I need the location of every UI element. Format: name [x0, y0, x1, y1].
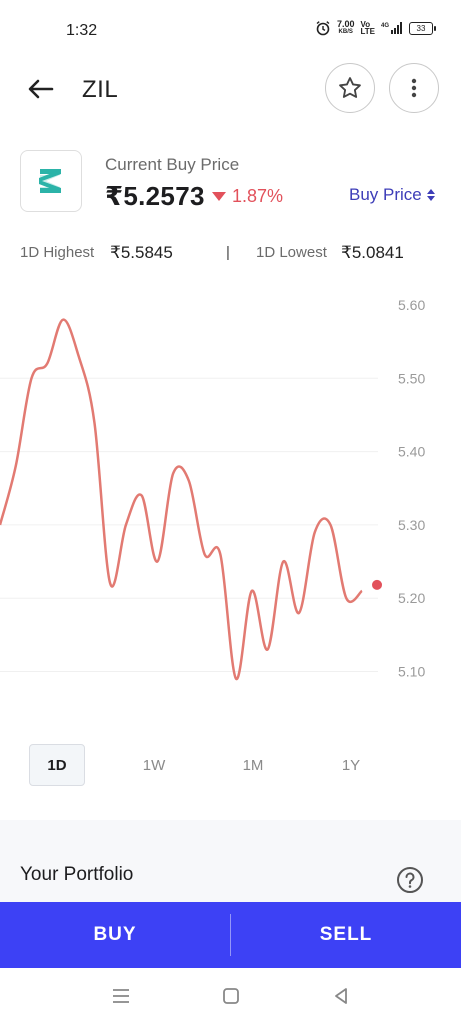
tab-1d[interactable]: 1D [29, 744, 85, 786]
signal-icon: 4G [381, 22, 402, 34]
sell-button[interactable]: SELL [231, 902, 461, 968]
y-tick-label: 5.40 [398, 444, 425, 460]
sort-arrows-icon [426, 189, 435, 201]
home-square-icon [223, 988, 239, 1004]
range-separator: | [226, 244, 230, 261]
question-circle-icon [397, 867, 423, 893]
tab-label: 1M [242, 756, 264, 774]
system-nav-bar [0, 968, 461, 1024]
volte-indicator: Vo LTE [360, 21, 375, 36]
back-triangle-icon [335, 988, 347, 1004]
help-button[interactable] [396, 866, 424, 894]
volte-bottom: LTE [360, 27, 375, 36]
back-nav-button[interactable] [329, 984, 353, 1008]
current-buy-price-label: Current Buy Price [105, 155, 240, 174]
price-line [0, 318, 363, 681]
y-tick-label: 5.50 [398, 370, 425, 386]
price-type-toggle[interactable]: Buy Price [349, 185, 435, 205]
y-tick-label: 5.10 [398, 664, 425, 680]
trade-bar: BUY SELL [0, 902, 461, 968]
down-triangle-icon [212, 192, 226, 201]
coin-logo [20, 150, 82, 212]
buy-label: BUY [93, 924, 137, 945]
menu-icon [113, 989, 129, 1003]
zilliqa-logo-icon [39, 169, 61, 193]
price-change: 1.87% [212, 186, 283, 207]
tab-label: 1D [47, 756, 67, 774]
star-icon [339, 77, 361, 98]
tab-label: 1Y [341, 756, 361, 774]
net-speed-value: 7.00 [336, 19, 355, 29]
vertical-dots-icon [411, 78, 417, 98]
battery-level: 33 [416, 23, 426, 33]
battery-icon: 33 [409, 21, 436, 35]
page-title: ZIL [82, 76, 119, 103]
tab-label: 1W [142, 756, 166, 774]
timeframe-tabs: 1D 1W 1M 1Y [0, 744, 461, 788]
home-button[interactable] [219, 984, 243, 1008]
back-button[interactable] [24, 74, 58, 104]
more-options-button[interactable] [389, 63, 439, 113]
y-tick-label: 5.30 [398, 517, 425, 533]
status-bar: 1:32 7.00 KB/S Vo LTE 4G 33 [0, 0, 461, 60]
tab-1m[interactable]: 1M [225, 744, 281, 786]
day-low-value: ₹5.0841 [341, 243, 404, 262]
y-tick-label: 5.20 [398, 590, 425, 606]
status-time: 1:32 [66, 22, 98, 39]
price-chart[interactable]: 5.60 5.50 5.40 5.30 5.20 5.10 [0, 285, 461, 705]
y-tick-label: 5.60 [398, 297, 425, 313]
portfolio-title: Your Portfolio [20, 864, 134, 885]
net-speed: 7.00 KB/S [337, 20, 355, 36]
net-speed-unit: KB/S [338, 29, 353, 35]
price-type-label: Buy Price [349, 185, 422, 204]
status-icons: 7.00 KB/S Vo LTE 4G 33 [315, 20, 436, 36]
buy-button[interactable]: BUY [0, 902, 230, 968]
day-low-label: 1D Lowest [256, 244, 327, 261]
price-chart-svg[interactable]: 5.60 5.50 5.40 5.30 5.20 5.10 [0, 285, 461, 705]
sell-label: SELL [319, 924, 373, 945]
price-change-value: 1.87% [232, 186, 284, 206]
tab-1y[interactable]: 1Y [323, 744, 379, 786]
alarm-icon [316, 21, 330, 36]
day-high-value: ₹5.5845 [110, 243, 173, 262]
tab-1w[interactable]: 1W [126, 744, 182, 786]
day-range: 1D Highest ₹5.5845 | 1D Lowest ₹5.0841 [20, 243, 440, 266]
menu-button[interactable] [109, 984, 133, 1008]
current-price-value: ₹5.2573 [105, 181, 205, 211]
favorite-button[interactable] [325, 63, 375, 113]
arrow-left-icon [28, 79, 54, 99]
portfolio-section: Your Portfolio [0, 820, 461, 904]
network-type: 4G [381, 23, 389, 29]
day-high-label: 1D Highest [20, 244, 95, 261]
current-price-dot [372, 579, 382, 590]
app-header: ZIL [0, 60, 461, 118]
